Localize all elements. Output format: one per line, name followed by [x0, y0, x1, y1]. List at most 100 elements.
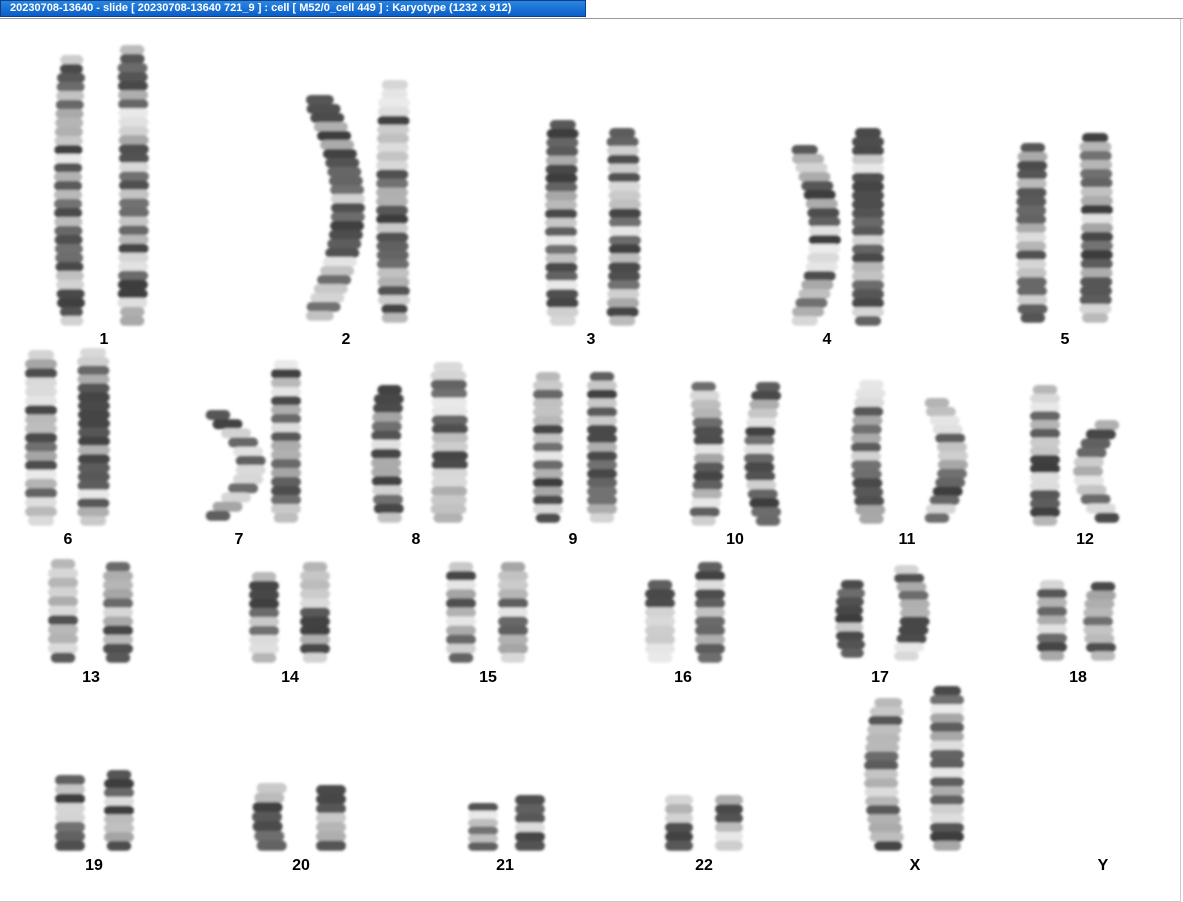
chromosome-band [1037, 597, 1067, 608]
chromosome-14-homolog-1[interactable] [249, 572, 279, 663]
chromosome-3-homolog-1[interactable] [545, 120, 579, 326]
chromosome-6-homolog-1[interactable] [25, 350, 57, 526]
chromosome-band [546, 146, 579, 157]
chromosome-band [1037, 633, 1067, 643]
chromosome-band [930, 777, 964, 787]
chromosome-band [54, 154, 83, 164]
chromosome-21-homolog-1[interactable] [468, 803, 498, 851]
chromosome-10-homolog-2[interactable] [744, 382, 782, 526]
chromosome-13-homolog-1[interactable] [48, 559, 78, 663]
chromosome-band [533, 495, 563, 506]
chromosome-6-homolog-2[interactable] [77, 348, 110, 526]
chromosome-2-homolog-1[interactable] [305, 95, 365, 321]
chromosome-band [864, 751, 899, 762]
chromosome-7-homolog-2[interactable] [271, 360, 301, 523]
chromosome-7-homolog-1[interactable] [205, 410, 266, 521]
chromosome-band [864, 769, 898, 780]
chromosome-X-homolog-1[interactable] [864, 698, 904, 851]
chromosome-band [431, 459, 468, 470]
chromosome-band [791, 145, 818, 155]
chromosome-band [545, 253, 578, 264]
chromosome-17-homolog-2[interactable] [894, 565, 930, 661]
chromosome-band [607, 145, 639, 156]
chromosome-band [103, 643, 133, 654]
chromosome-band [874, 698, 903, 708]
chromosome-band [316, 840, 346, 851]
chromosome-band [852, 244, 884, 255]
chromosome-band [25, 432, 57, 443]
chromosome-12-homolog-1[interactable] [1030, 385, 1060, 526]
chromosome-9-homolog-1[interactable] [533, 372, 563, 523]
chromosome-band [56, 82, 85, 92]
chromosome-8-homolog-1[interactable] [371, 385, 404, 523]
chromosome-21-homolog-2[interactable] [515, 795, 545, 851]
chromosome-12-homolog-2[interactable] [1073, 420, 1120, 523]
chromosome-band [545, 209, 577, 219]
chromosome-5-homolog-2[interactable] [1079, 133, 1113, 323]
chromosome-band [300, 607, 330, 618]
chromosome-20-homolog-1[interactable] [252, 783, 287, 851]
chromosome-band [697, 562, 723, 572]
chromosome-band [25, 423, 57, 434]
chromosome-13-homolog-2[interactable] [103, 562, 133, 663]
chromosome-band [1030, 437, 1060, 448]
chromosome-band [746, 480, 777, 490]
chromosome-18-homolog-1[interactable] [1037, 580, 1067, 661]
chromosome-15-homolog-1[interactable] [446, 562, 476, 663]
chromosome-16-homolog-2[interactable] [695, 562, 725, 663]
chromosome-band [645, 616, 675, 627]
chromosome-11-homolog-1[interactable] [851, 380, 886, 524]
chromosome-band [899, 616, 930, 627]
chromosome-5-homolog-1[interactable] [1016, 143, 1048, 323]
chromosome-band [117, 81, 148, 91]
chromosome-band [587, 495, 617, 506]
chromosome-19-homolog-2[interactable] [104, 770, 134, 851]
chromosome-1-homolog-1[interactable] [54, 55, 85, 326]
chromosome-20-homolog-2[interactable] [316, 785, 346, 851]
chromosome-band [855, 505, 886, 515]
chromosome-22-homolog-1[interactable] [665, 795, 693, 851]
chromosome-band [57, 298, 85, 308]
chromosome-X-homolog-2[interactable] [930, 686, 964, 851]
window-title[interactable]: 20230708-13640 - slide [ 20230708-13640 … [0, 0, 586, 17]
chromosome-band [256, 840, 287, 851]
chromosome-9-homolog-2[interactable] [587, 372, 617, 523]
chromosome-band [896, 634, 927, 644]
chromosome-band [118, 99, 149, 109]
chromosome-band [867, 724, 902, 735]
chromosome-8-homolog-2[interactable] [430, 362, 469, 523]
chromosome-band [498, 634, 528, 645]
chromosome-16-homolog-1[interactable] [645, 580, 675, 663]
chromosome-band [852, 208, 884, 219]
chromosome-band [117, 288, 148, 299]
chromosome-band [118, 108, 149, 118]
chromosome-band [373, 503, 404, 514]
chromosome-22-homolog-2[interactable] [715, 795, 743, 851]
chromosome-10-homolog-1[interactable] [689, 382, 724, 526]
chromosome-band [498, 616, 528, 627]
chromosome-band [498, 580, 528, 591]
chromosome-band [852, 262, 884, 273]
chromosome-11-homolog-2[interactable] [924, 398, 968, 523]
chromosome-band [1016, 178, 1047, 189]
chromosome-2-homolog-2[interactable] [376, 80, 411, 323]
chromosome-band [715, 795, 743, 805]
chromosome-15-homolog-2[interactable] [498, 562, 528, 663]
chromosome-19-homolog-1[interactable] [55, 775, 85, 851]
chromosome-band [1094, 420, 1120, 431]
chromosome-band [744, 453, 774, 464]
chromosome-band [1080, 250, 1113, 260]
chromosome-1-homolog-2[interactable] [117, 45, 150, 326]
chromosome-band [546, 298, 579, 308]
chromosome-3-homolog-2[interactable] [606, 128, 641, 326]
chromosome-14-homolog-2[interactable] [300, 562, 330, 663]
chromosome-band [937, 460, 968, 470]
chromosome-band [533, 416, 563, 426]
chromosome-17-homolog-1[interactable] [835, 580, 865, 658]
chromosome-4-homolog-1[interactable] [791, 145, 841, 326]
chromosome-band [693, 435, 724, 446]
chromosome-band [372, 485, 403, 496]
chromosome-18-homolog-2[interactable] [1083, 582, 1116, 661]
chromosome-band [645, 607, 675, 618]
chromosome-4-homolog-2[interactable] [852, 128, 884, 326]
